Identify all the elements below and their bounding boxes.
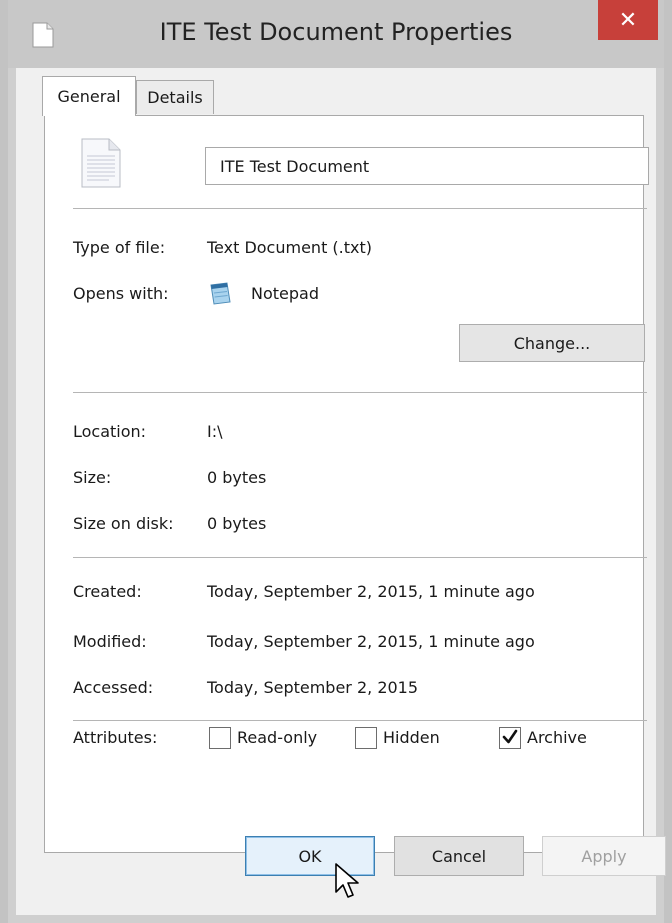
close-icon: ✕: [618, 7, 638, 33]
location-label: Location:: [73, 422, 147, 441]
size-value: 0 bytes: [207, 468, 267, 487]
properties-window: ITE Test Document Properties ✕ General D…: [0, 0, 672, 923]
opens-with-label: Opens with:: [73, 284, 169, 303]
accessed-value: Today, September 2, 2015: [207, 678, 419, 697]
hidden-label[interactable]: Hidden: [383, 728, 440, 747]
cancel-button[interactable]: Cancel: [394, 836, 524, 876]
opens-with-value: Notepad: [251, 284, 319, 303]
archive-checkbox[interactable]: [499, 727, 521, 749]
size-on-disk-value: 0 bytes: [207, 514, 267, 533]
title-bar[interactable]: ITE Test Document Properties ✕: [8, 0, 664, 68]
type-of-file-label: Type of file:: [73, 238, 166, 257]
size-on-disk-label: Size on disk:: [73, 514, 174, 533]
separator: [73, 720, 647, 721]
created-label: Created:: [73, 582, 142, 601]
location-value: I:\: [207, 422, 223, 441]
notepad-icon: [210, 282, 231, 305]
change-button[interactable]: Change...: [459, 324, 645, 362]
separator: [73, 392, 647, 393]
file-name-input[interactable]: [205, 147, 649, 185]
general-panel: Type of file: Text Document (.txt) Opens…: [44, 115, 649, 853]
tab-details[interactable]: Details: [136, 80, 214, 114]
accessed-label: Accessed:: [73, 678, 154, 697]
separator: [73, 557, 647, 558]
mouse-pointer-icon: [335, 863, 359, 898]
apply-button[interactable]: Apply: [542, 836, 666, 876]
archive-label[interactable]: Archive: [527, 728, 587, 747]
created-value: Today, September 2, 2015, 1 minute ago: [207, 582, 535, 601]
type-of-file-value: Text Document (.txt): [207, 238, 373, 257]
hidden-checkbox[interactable]: [355, 727, 377, 749]
size-label: Size:: [73, 468, 112, 487]
tab-general[interactable]: General: [42, 76, 136, 116]
read-only-checkbox[interactable]: [209, 727, 231, 749]
read-only-label[interactable]: Read-only: [237, 728, 317, 747]
dialog-client-area: General Details Type of file: Text: [16, 68, 656, 915]
window-title: ITE Test Document Properties: [159, 18, 513, 46]
separator: [73, 208, 647, 209]
attributes-label: Attributes:: [73, 728, 158, 747]
checkmark-icon: [502, 729, 518, 744]
text-file-icon: [81, 138, 121, 188]
close-button[interactable]: ✕: [598, 0, 658, 40]
modified-value: Today, September 2, 2015, 1 minute ago: [207, 632, 535, 651]
modified-label: Modified:: [73, 632, 147, 651]
